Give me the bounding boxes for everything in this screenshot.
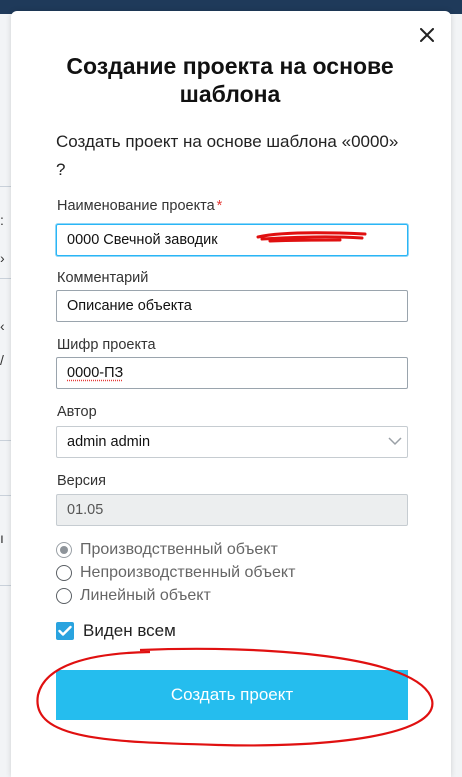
required-mark: *	[216, 198, 223, 214]
project-name-label: Наименование проекта *	[57, 198, 222, 214]
radio-unchecked-icon	[56, 564, 72, 581]
checkmark-icon	[58, 625, 72, 636]
comment-input[interactable]: Описание объекта	[56, 290, 408, 322]
object-type-radio-group: Производственный объект Непроизводственн…	[56, 538, 295, 607]
version-label: Версия	[57, 473, 107, 489]
version-input: 01.05	[56, 494, 408, 526]
radio-production-object[interactable]: Производственный объект	[56, 538, 295, 561]
radio-label: Линейный объект	[80, 586, 211, 604]
project-code-label: Шифр проекта	[57, 337, 156, 353]
create-project-dialog	[11, 11, 451, 777]
visible-to-all-checkbox[interactable]: Виден всем	[56, 621, 176, 641]
background-text-fragment: ‹	[0, 318, 5, 334]
project-name-input[interactable]: 0000 Свечной заводик	[56, 224, 408, 256]
radio-label: Производственный объект	[80, 540, 278, 558]
create-project-button[interactable]: Создать проект	[56, 670, 408, 720]
author-label: Автор	[57, 404, 97, 420]
background-text-fragment: ›	[0, 250, 5, 266]
radio-checked-icon	[56, 541, 72, 558]
checkbox-checked	[56, 622, 74, 640]
chevron-down-icon	[388, 437, 402, 446]
project-code-value: 0000-ПЗ	[67, 365, 124, 381]
visible-to-all-label: Виден всем	[83, 621, 176, 640]
radio-label: Непроизводственный объект	[80, 563, 296, 581]
background-text-fragment: ı	[0, 530, 4, 546]
project-name-label-text: Наименование проекта	[57, 198, 215, 214]
dialog-question: Создать проект на основе шаблона «0000» …	[56, 132, 399, 179]
close-icon	[420, 28, 434, 42]
project-code-input[interactable]: 0000-ПЗ	[56, 357, 408, 389]
background-text-fragment: /	[0, 352, 4, 368]
radio-nonproduction-object[interactable]: Непроизводственный объект	[56, 561, 295, 584]
author-value: admin admin	[67, 434, 151, 450]
comment-label: Комментарий	[57, 270, 149, 286]
author-select[interactable]: admin admin	[56, 426, 408, 458]
radio-linear-object[interactable]: Линейный объект	[56, 584, 295, 607]
background-text-fragment: :	[0, 212, 4, 228]
radio-unchecked-icon	[56, 587, 72, 604]
close-button[interactable]	[414, 22, 440, 48]
dialog-title: Создание проекта на основе шаблона	[66, 53, 394, 107]
